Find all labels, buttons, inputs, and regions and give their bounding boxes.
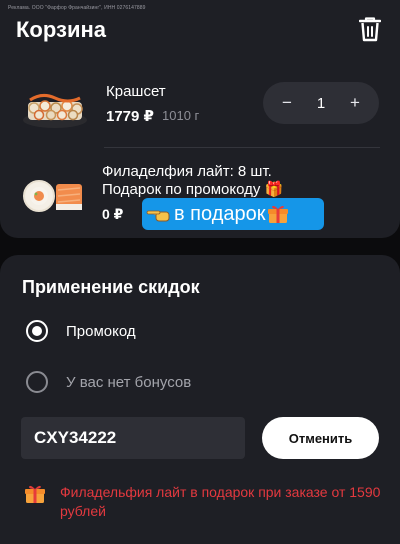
quantity-stepper: − 1 + <box>263 82 379 124</box>
radio-button-checked[interactable] <box>26 320 48 342</box>
pointing-hand-icon <box>146 210 170 222</box>
product-image-philadelphia <box>23 180 82 212</box>
quantity-value: 1 <box>316 94 326 112</box>
gift-item-price: 0 ₽ <box>102 206 124 222</box>
section-title: Применение скидок <box>22 277 200 297</box>
divider <box>104 147 380 148</box>
decrease-quantity-button[interactable]: − <box>269 82 305 124</box>
promo-code-input[interactable] <box>21 417 245 459</box>
increase-quantity-button[interactable]: + <box>337 82 373 124</box>
discounts-card: Применение скидок Промокод У вас нет бон… <box>0 255 400 544</box>
option-label: У вас нет бонусов <box>66 374 192 391</box>
option-label: Промокод <box>66 323 136 340</box>
item-price: 1779 ₽ <box>106 108 154 125</box>
item-name: Крашсет <box>106 83 166 100</box>
promo-note-text: Филадельфия лайт в подарок при заказе от… <box>60 484 381 519</box>
gift-item: Филаделфия лайт: 8 шт. Подарок по промок… <box>0 160 400 230</box>
radio-button[interactable] <box>26 371 48 393</box>
cart-item: Крашсет 1779 ₽ 1010 г − 1 + <box>0 78 400 138</box>
item-weight: 1010 г <box>162 108 200 123</box>
gift-badge: в подарок <box>142 198 324 230</box>
gift-icon <box>25 485 45 503</box>
gift-item-name: Филаделфия лайт: 8 шт. <box>102 163 272 180</box>
cancel-promo-button[interactable]: Отменить <box>262 417 379 459</box>
clear-cart-button[interactable] <box>357 15 383 43</box>
trash-icon <box>359 17 381 42</box>
product-image-crashset <box>23 93 87 128</box>
screen: Реклама. ООО "Фарфор Франчайзинг", ИНН 0… <box>0 0 400 544</box>
gift-item-caption: Подарок по промокоду 🎁 <box>102 181 284 198</box>
gift-badge-label: в подарок <box>174 202 266 225</box>
page-title: Корзина <box>16 17 106 42</box>
cart-card: Реклама. ООО "Фарфор Франчайзинг", ИНН 0… <box>0 0 400 238</box>
gift-icon <box>268 205 289 223</box>
ad-disclaimer: Реклама. ООО "Фарфор Франчайзинг", ИНН 0… <box>8 5 146 11</box>
